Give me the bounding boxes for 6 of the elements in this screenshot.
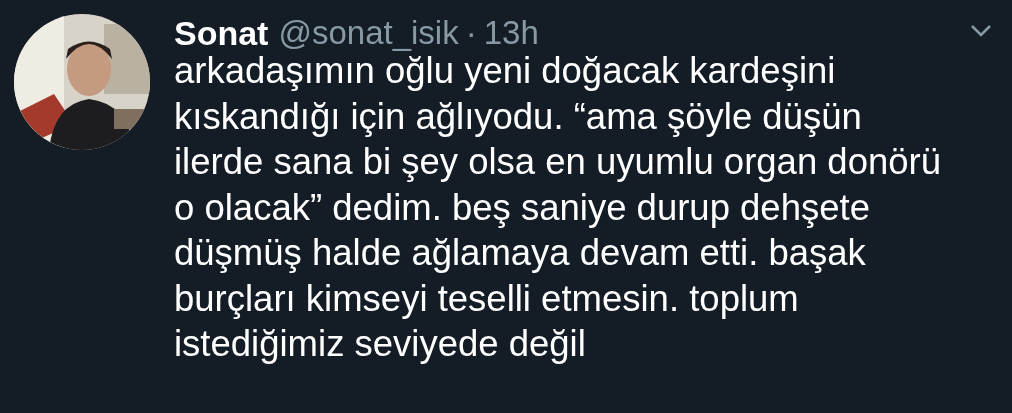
chevron-down-icon[interactable] [970, 24, 992, 38]
tweet-text: arkadaşımın oğlu yeni doğacak kardeşini kıskandığı için ağlıyodu. “ama şöyle düşün ilerde sana bi şey olsa en uyumlu organ donörü o olacak” dedim. beş saniye durup dehşete düşmüş halde ağlamaya devam etti. başak burçları kimseyi teselli etmesin. toplum istediğimiz seviyede değil [174, 50, 942, 366]
author-name[interactable]: Sonat [174, 13, 269, 53]
separator-dot: · [465, 14, 477, 52]
author-handle[interactable]: @sonat_isik [278, 14, 459, 52]
tweet-time[interactable]: 13h [483, 14, 539, 52]
